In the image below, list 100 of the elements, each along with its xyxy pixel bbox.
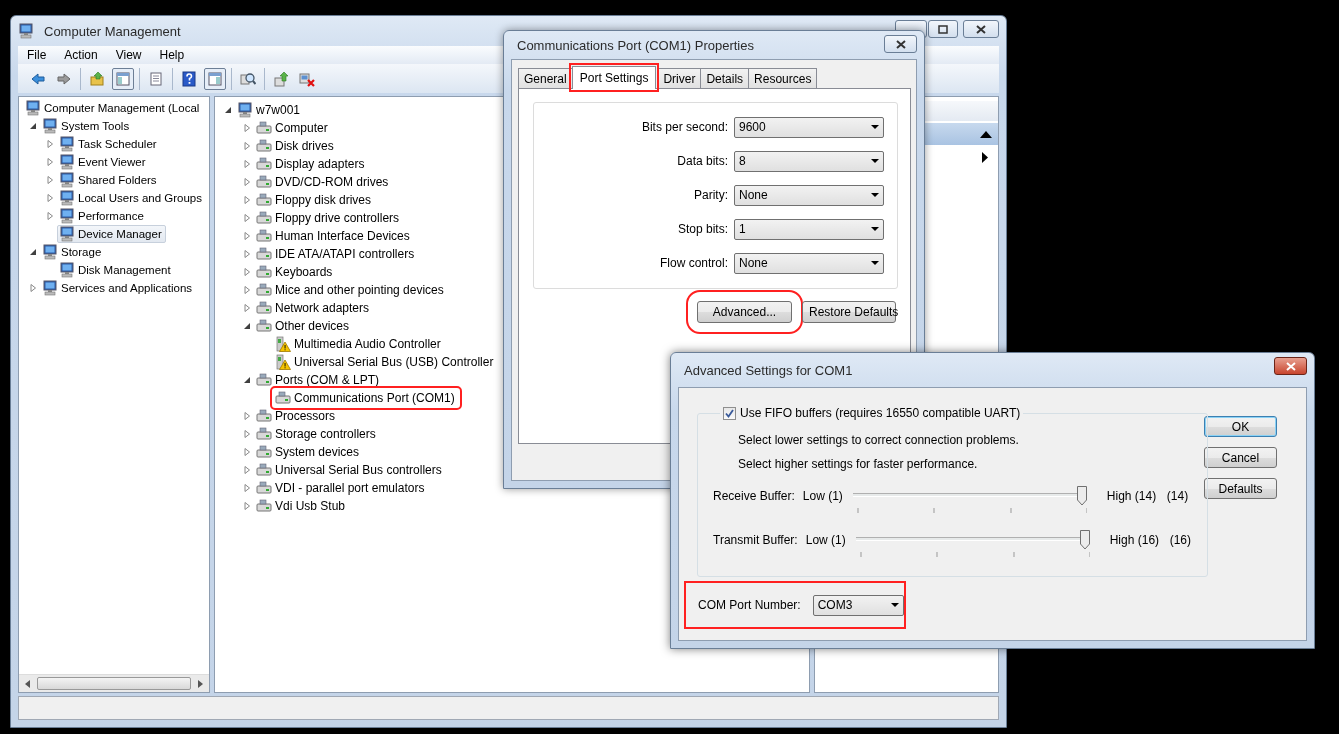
tree-item[interactable]: DVD/CD-ROM drives [254,173,393,191]
tree-item[interactable]: VDI - parallel port emulators [254,479,429,497]
panel-icon[interactable] [204,67,226,90]
device-icon [256,372,272,388]
tree-item[interactable]: Task Scheduler [57,135,161,153]
scrollbar[interactable] [19,674,209,692]
dropdown[interactable]: 8 [734,150,884,172]
close-icon [1285,361,1296,371]
tree-item[interactable]: Device Manager [57,225,166,243]
collapse-icon[interactable] [980,130,992,138]
computer-icon [59,208,75,224]
computer-icon [42,244,58,260]
dropdown[interactable]: None [734,252,884,274]
slider-thumb[interactable] [1079,530,1090,550]
tree-item[interactable]: Floppy drive controllers [254,209,404,227]
tab[interactable]: Port Settings [571,66,657,89]
tree-item[interactable]: Disk drives [254,137,338,155]
checkbox-label[interactable]: Use FIFO buffers (requires 16550 compatible UART) [740,406,1021,420]
tab[interactable]: Details [700,68,750,88]
menu-item[interactable]: View [106,48,151,62]
caret-icon [891,603,899,607]
slider-label: Receive Buffer: [713,488,796,505]
expander-icon[interactable] [29,248,37,256]
device-icon [256,120,272,136]
max-label: High (16) [1109,532,1161,549]
tree-item[interactable]: Ports (COM & LPT) [254,371,383,389]
tab[interactable]: General [518,68,573,88]
tab[interactable]: Resources [748,68,818,88]
tree-item[interactable]: Communications Port (COM1) [273,389,459,407]
dialog-title: Communications Port (COM1) Properties [516,37,755,53]
dialog-button[interactable]: OK [1204,416,1277,437]
tree-item[interactable]: Performance [57,207,148,225]
tree-item[interactable]: Shared Folders [57,171,161,189]
tree-item[interactable]: Computer [254,119,332,137]
computer-icon [59,136,75,152]
tree-item[interactable]: Keyboards [254,263,337,281]
close-button[interactable] [884,35,917,53]
tree-item[interactable]: Floppy disk drives [254,191,376,209]
close-button[interactable] [963,20,999,38]
tree-item[interactable]: Universal Serial Bus (USB) Controller [273,353,498,371]
dialog-button[interactable]: Cancel [1204,447,1277,468]
device-icon [256,318,272,334]
tree-item[interactable]: Services and Applications [40,279,197,297]
tree-item[interactable]: System devices [254,443,364,461]
computer-icon [25,100,41,116]
tree-item[interactable]: Human Interface Devices [254,227,414,245]
dropdown[interactable]: 1 [734,218,884,240]
tree-item[interactable]: Display adapters [254,155,369,173]
tree-item[interactable]: Vdi Usb Stub [254,497,350,515]
tree-item[interactable]: Local Users and Groups [57,189,206,207]
caret-icon [871,159,879,163]
close-button[interactable] [1274,357,1307,375]
computer-icon [237,102,253,118]
expander-icon[interactable] [224,106,232,114]
tree-item[interactable]: Event Viewer [57,153,150,171]
tree-item[interactable]: IDE ATA/ATAPI controllers [254,245,419,263]
checkbox[interactable] [723,406,736,420]
tree-item[interactable]: Mice and other pointing devices [254,281,448,299]
device-icon [256,426,272,442]
tree-item[interactable]: Disk Management [57,261,175,279]
device-icon [256,498,272,514]
tree-item[interactable]: Network adapters [254,299,374,317]
maximize-button[interactable] [928,20,958,38]
device-icon [256,192,272,208]
menu-item[interactable]: File [18,48,56,62]
expander-icon[interactable] [243,322,251,330]
device-icon [256,156,272,172]
panel-icon[interactable] [112,67,134,90]
tab[interactable]: Driver [657,68,702,88]
dropdown[interactable]: 9600 [734,116,884,138]
device-icon [256,462,272,478]
expander-icon[interactable] [243,376,251,384]
tree-item[interactable]: w7w001 [235,101,305,119]
field-label: Flow control: [658,256,729,270]
tree-item[interactable]: Other devices [254,317,354,335]
device-icon [256,300,272,316]
field-label: Stop bits: [676,222,729,236]
max-label: High (14) [1106,488,1158,505]
computer-icon [59,226,75,242]
menu-item[interactable]: Help [150,48,194,62]
close-icon [976,24,986,34]
computer-icon [59,262,75,278]
dropdown[interactable]: None [734,184,884,206]
tree-item[interactable]: Multimedia Audio Controller [273,335,445,353]
device-icon [256,246,272,262]
dialog-button[interactable]: Restore Defaults [802,301,896,323]
dropdown[interactable]: COM3 [812,594,904,616]
value-readout: (16) [1169,532,1192,549]
tree-item[interactable]: Processors [254,407,340,425]
submenu-arrow-icon[interactable] [982,151,988,163]
expander-icon[interactable] [29,122,37,130]
tree-item[interactable]: Computer Management (Local [23,99,204,117]
tree-item[interactable]: Universal Serial Bus controllers [254,461,446,479]
dialog-button[interactable]: Defaults [1204,478,1277,499]
tree-item[interactable]: Storage controllers [254,425,380,443]
menu-item[interactable]: Action [55,48,107,62]
tree-item[interactable]: Storage [40,243,106,261]
slider-thumb[interactable] [1076,486,1087,506]
hint-text: Select lower settings to correct connection problems. [737,432,1020,449]
tree-item[interactable]: System Tools [40,117,134,135]
